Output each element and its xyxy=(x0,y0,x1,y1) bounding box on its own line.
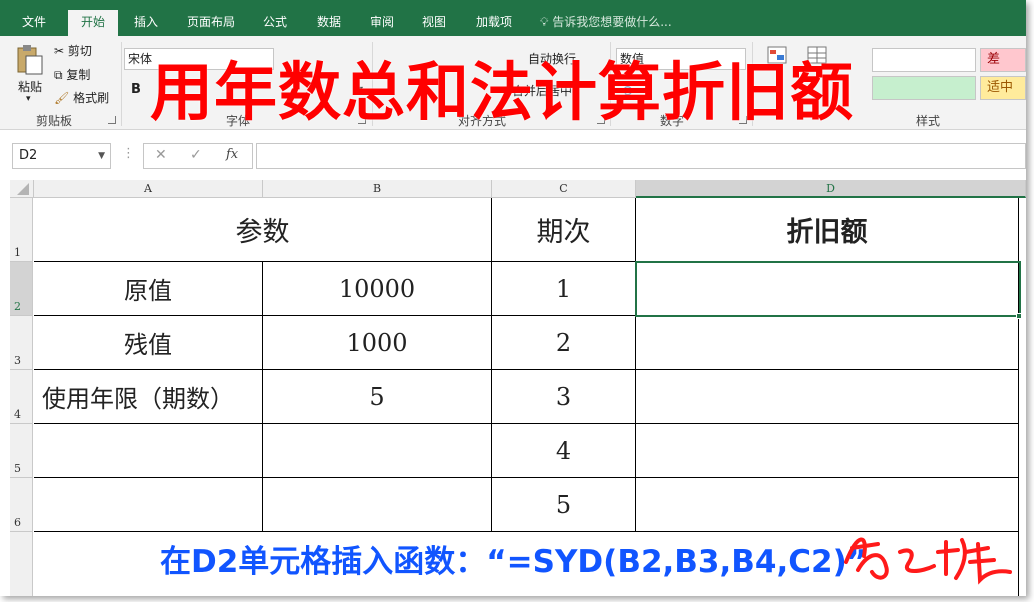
cell-d4[interactable] xyxy=(636,370,1019,424)
style-good[interactable] xyxy=(872,76,976,100)
row-header-5[interactable]: 5 xyxy=(10,424,33,478)
column-header-c[interactable]: C xyxy=(492,180,636,198)
style-neutral[interactable]: 适中 xyxy=(980,76,1026,100)
signature-icon xyxy=(844,537,1012,585)
tab-page-layout[interactable]: 页面布局 xyxy=(178,10,244,36)
tab-home[interactable]: 开始 xyxy=(68,10,118,36)
cut-button[interactable]: ✂ 剪切 xyxy=(54,42,92,59)
tab-data[interactable]: 数据 xyxy=(306,10,352,36)
brush-icon: 🖌︎ xyxy=(54,91,70,105)
cell-d3[interactable] xyxy=(636,316,1019,370)
cell-b2[interactable]: 10000 xyxy=(263,262,492,316)
column-header-d[interactable]: D xyxy=(636,180,1026,198)
row-header-1[interactable]: 1 xyxy=(10,198,33,262)
formula-controls: ✕ ✓ fx xyxy=(143,143,253,169)
tab-addins[interactable]: 加载项 xyxy=(466,10,522,36)
cell-b5[interactable] xyxy=(263,424,492,478)
chevron-down-icon[interactable]: ▾ xyxy=(26,94,31,104)
chevron-down-icon[interactable]: ▼ xyxy=(98,144,105,168)
row-header-7[interactable] xyxy=(10,532,33,596)
cell-a4[interactable]: 使用年限（期数） xyxy=(34,370,263,424)
row-header-4[interactable]: 4 xyxy=(10,370,33,424)
cell-d2[interactable] xyxy=(636,262,1019,316)
style-normal[interactable] xyxy=(872,48,976,72)
cell-c6[interactable]: 5 xyxy=(492,478,636,532)
corner-triangle-icon xyxy=(17,183,29,195)
row-header-6[interactable]: 6 xyxy=(10,478,33,532)
group-divider xyxy=(121,42,122,126)
paste-label[interactable]: 粘贴 xyxy=(18,78,42,95)
cell-c4[interactable]: 3 xyxy=(492,370,636,424)
overlay-caption: 在D2单元格插入函数：“=SYD(B2,B3,B4,C2)” xyxy=(160,544,868,580)
select-all-corner[interactable] xyxy=(10,180,34,198)
copy-icon: ⧉ xyxy=(54,68,63,82)
clipboard-group-label: 剪贴板 xyxy=(36,114,73,128)
name-box[interactable]: D2 ▼ xyxy=(12,143,111,169)
cell-a3[interactable]: 残值 xyxy=(34,316,263,370)
overlay-title: 用年数总和法计算折旧额 xyxy=(150,56,854,129)
style-bad[interactable]: 差 xyxy=(980,48,1026,72)
column-header-a[interactable]: A xyxy=(34,180,263,198)
tab-view[interactable]: 视图 xyxy=(412,10,456,36)
ribbon-tab-bar: 文件 开始 插入 页面布局 公式 数据 审阅 视图 加载项 💡︎ 告诉我您想要做… xyxy=(0,0,1026,36)
bold-button[interactable]: B xyxy=(131,82,141,97)
tab-formulas[interactable]: 公式 xyxy=(252,10,298,36)
cell-b3[interactable]: 1000 xyxy=(263,316,492,370)
row-header-3[interactable]: 3 xyxy=(10,316,33,370)
cell-c3[interactable]: 2 xyxy=(492,316,636,370)
cancel-icon[interactable]: ✕ xyxy=(155,147,167,163)
cell-d5[interactable] xyxy=(636,424,1019,478)
cell-b6[interactable] xyxy=(263,478,492,532)
tab-file[interactable]: 文件 xyxy=(10,10,58,36)
cell-a6[interactable] xyxy=(34,478,263,532)
drag-handle-icon[interactable]: ⋮ xyxy=(122,146,135,161)
tab-review[interactable]: 审阅 xyxy=(360,10,404,36)
format-painter-button[interactable]: 🖌︎ 格式刷 xyxy=(54,89,109,106)
tab-insert[interactable]: 插入 xyxy=(124,10,168,36)
column-header-b[interactable]: B xyxy=(263,180,492,198)
lightbulb-icon: 💡︎ xyxy=(540,15,549,29)
cell-c2[interactable]: 1 xyxy=(492,262,636,316)
cell-b4[interactable]: 5 xyxy=(263,370,492,424)
excel-window: 文件 开始 插入 页面布局 公式 数据 审阅 视图 加载项 💡︎ 告诉我您想要做… xyxy=(0,0,1026,596)
formula-input[interactable] xyxy=(256,143,1026,169)
tell-me-search[interactable]: 💡︎ 告诉我您想要做什么... xyxy=(540,10,672,36)
row-header-2[interactable]: 2 xyxy=(10,262,33,316)
fill-handle[interactable] xyxy=(1016,313,1022,319)
cell-a1-merged[interactable]: 参数 xyxy=(34,198,492,262)
cell-c5[interactable]: 4 xyxy=(492,424,636,478)
cell-a2[interactable]: 原值 xyxy=(34,262,263,316)
copy-button[interactable]: ⧉ 复制 xyxy=(54,66,90,83)
enter-icon[interactable]: ✓ xyxy=(190,147,202,163)
paste-icon xyxy=(17,45,43,75)
cell-a5[interactable] xyxy=(34,424,263,478)
styles-group-label: 样式 xyxy=(916,114,941,128)
clipboard-launcher-icon[interactable] xyxy=(108,116,116,124)
paste-button[interactable] xyxy=(14,44,44,79)
cell-d1[interactable]: 折旧额 xyxy=(636,198,1019,262)
insert-function-icon[interactable]: fx xyxy=(226,147,238,162)
scissors-icon: ✂ xyxy=(54,44,65,58)
cell-c1[interactable]: 期次 xyxy=(492,198,636,262)
